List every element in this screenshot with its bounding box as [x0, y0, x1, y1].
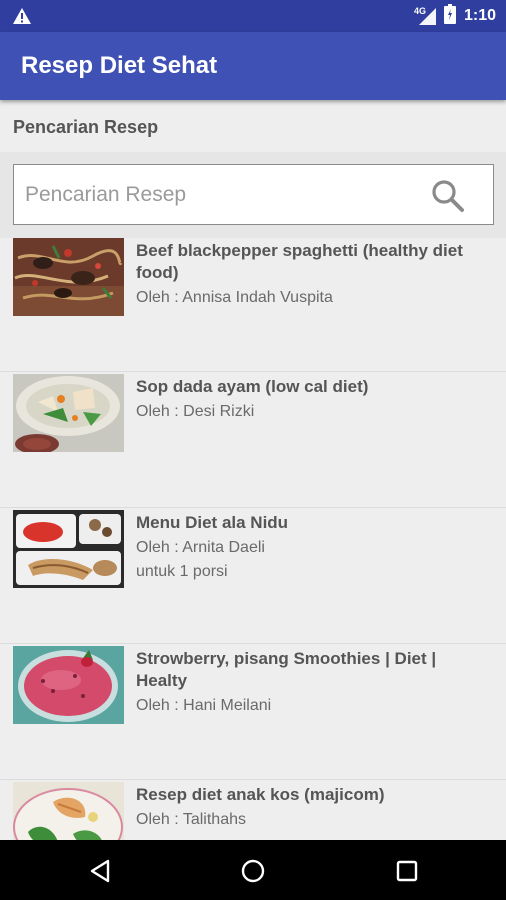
recipe-thumbnail — [13, 646, 124, 724]
recipe-title: Strowberry, pisang Smoothies | Diet | He… — [136, 649, 437, 690]
recipe-thumbnail — [13, 782, 124, 840]
navigation-bar — [0, 840, 506, 900]
recipe-author: Oleh : Hani Meilani — [136, 697, 272, 714]
search-input[interactable] — [14, 165, 414, 224]
recipe-note: untuk 1 porsi — [136, 563, 228, 580]
recipe-item[interactable]: Resep diet anak kos (majicom) Oleh : Tal… — [0, 780, 506, 840]
back-icon[interactable] — [83, 854, 117, 888]
recipe-thumbnail — [13, 238, 124, 316]
recipe-title: Beef blackpepper spaghetti (healthy diet… — [136, 241, 463, 282]
main-content[interactable]: Pencarian Resep Pencarian Resep Beef bla… — [0, 100, 506, 840]
recipe-title: Sop dada ayam (low cal diet) — [136, 377, 369, 396]
home-icon[interactable] — [236, 854, 270, 888]
warning-icon — [12, 7, 32, 30]
recipe-item[interactable]: Sop dada ayam (low cal diet) Oleh : Desi… — [0, 372, 506, 508]
recipe-author: Oleh : Desi Rizki — [136, 403, 255, 420]
recents-icon[interactable] — [390, 854, 424, 888]
battery-icon — [443, 3, 456, 29]
recipe-title: Resep diet anak kos (majicom) — [136, 785, 385, 804]
search-box[interactable] — [13, 164, 494, 225]
recipe-thumbnail — [13, 374, 124, 452]
clock: 1:10 — [463, 7, 496, 24]
recipe-thumbnail — [13, 510, 124, 588]
search-bar — [0, 152, 506, 238]
signal-icon: 4G — [414, 6, 438, 26]
recipe-author: Oleh : Arnita Daeli — [136, 539, 265, 556]
app-bar: Resep Diet Sehat — [0, 32, 506, 100]
status-bar: 4G 1:10 — [0, 0, 506, 32]
app-title: Resep Diet Sehat — [21, 52, 218, 79]
recipe-item[interactable]: Strowberry, pisang Smoothies | Diet | He… — [0, 644, 506, 780]
search-section-label: Pencarian Resep — [13, 117, 159, 137]
recipe-title: Menu Diet ala Nidu — [136, 513, 289, 532]
recipe-list: Beef blackpepper spaghetti (healthy diet… — [0, 236, 506, 840]
search-icon[interactable] — [431, 179, 465, 213]
recipe-author: Oleh : Annisa Indah Vuspita — [136, 289, 333, 306]
recipe-item[interactable]: Beef blackpepper spaghetti (healthy diet… — [0, 236, 506, 372]
recipe-author: Oleh : Talithahs — [136, 811, 246, 828]
recipe-item[interactable]: Menu Diet ala Nidu Oleh : Arnita Daeli u… — [0, 508, 506, 644]
